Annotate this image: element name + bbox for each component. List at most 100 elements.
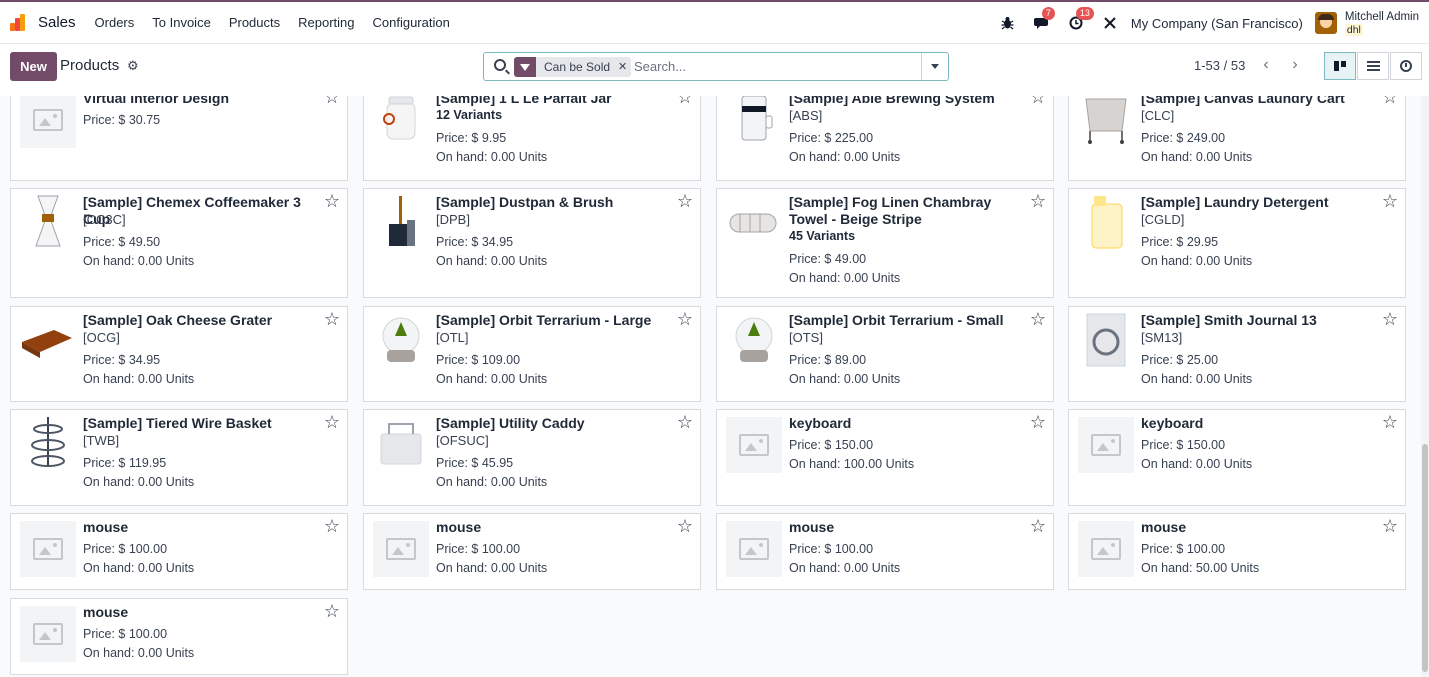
favorite-star-icon[interactable]: ☆	[1382, 192, 1398, 210]
products-kanban: Virtual Interior Design ☆ Price: $ 30.75 [S…	[0, 96, 1421, 677]
pager-next-chevron-right-icon[interactable]: ›	[1281, 53, 1309, 77]
product-card[interactable]: keyboard ☆ Price: $ 150.00 On hand: 0.00 Un…	[1068, 409, 1406, 506]
product-image	[726, 96, 782, 148]
product-on-hand: On hand: 0.00 Units	[83, 646, 195, 660]
favorite-star-icon[interactable]: ☆	[677, 192, 693, 210]
product-card[interactable]: Virtual Interior Design ☆ Price: $ 30.75	[10, 96, 348, 181]
product-card[interactable]: [Sample] Canvas Laundry Cart ☆ [CLC] Price:…	[1068, 96, 1406, 181]
main-menu: Orders To Invoice Products Reporting Con…	[86, 15, 459, 30]
debug-bug-icon[interactable]	[1000, 15, 1016, 31]
company-switcher[interactable]: My Company (San Francisco)	[1131, 16, 1303, 31]
product-price: Price: $ 225.00	[789, 131, 874, 145]
top-navbar: Sales Orders To Invoice Products Reporti…	[0, 0, 1429, 44]
search-options-toggle[interactable]	[921, 53, 948, 80]
pager-value[interactable]: 1-53 / 53	[1194, 58, 1245, 73]
tools-wrench-icon[interactable]	[1102, 15, 1118, 31]
activity-view-button[interactable]	[1390, 52, 1422, 80]
product-image	[726, 196, 782, 252]
favorite-star-icon[interactable]: ☆	[324, 192, 340, 210]
product-code: [OTL]	[436, 330, 469, 345]
search-input[interactable]	[634, 56, 919, 77]
filter-facet[interactable]: Can be Sold ✕	[514, 57, 632, 77]
product-card[interactable]: mouse ☆ Price: $ 100.00 On hand: 0.00 Units	[10, 598, 348, 675]
product-code: [CLC]	[1141, 108, 1175, 123]
product-price: Price: $ 30.75	[83, 113, 161, 127]
menu-products[interactable]: Products	[229, 15, 280, 30]
scrollbar[interactable]	[1421, 96, 1429, 677]
product-name: [Sample] Tiered Wire Basket	[83, 415, 272, 431]
product-on-hand: On hand: 0.00 Units	[789, 150, 901, 164]
product-card[interactable]: mouse ☆ Price: $ 100.00 On hand: 50.00 Unit…	[1068, 513, 1406, 590]
favorite-star-icon[interactable]: ☆	[1382, 96, 1398, 106]
favorite-star-icon[interactable]: ☆	[677, 310, 693, 328]
product-card[interactable]: [Sample] Utility Caddy ☆ [OFSUC] Price: $ 4…	[363, 409, 701, 506]
favorite-star-icon[interactable]: ☆	[677, 413, 693, 431]
app-name[interactable]: Sales	[38, 14, 76, 31]
favorite-star-icon[interactable]: ☆	[1382, 413, 1398, 431]
favorite-star-icon[interactable]: ☆	[324, 602, 340, 620]
filter-funnel-icon	[514, 57, 536, 77]
product-card[interactable]: mouse ☆ Price: $ 100.00 On hand: 0.00 Units	[10, 513, 348, 590]
favorite-star-icon[interactable]: ☆	[1030, 192, 1046, 210]
image-placeholder-icon	[726, 417, 782, 473]
product-on-hand: On hand: 0.00 Units	[436, 475, 548, 489]
favorite-star-icon[interactable]: ☆	[677, 96, 693, 106]
user-avatar[interactable]	[1314, 12, 1337, 34]
favorite-star-icon[interactable]: ☆	[324, 96, 340, 106]
product-on-hand: On hand: 0.00 Units	[1141, 372, 1253, 386]
favorite-star-icon[interactable]: ☆	[1382, 310, 1398, 328]
journal-product-image	[1083, 312, 1129, 373]
kanban-view-button[interactable]	[1324, 52, 1356, 80]
menu-configuration[interactable]: Configuration	[373, 15, 450, 30]
product-card[interactable]: mouse ☆ Price: $ 100.00 On hand: 0.00 Units	[716, 513, 1054, 590]
gear-icon[interactable]: ⚙	[127, 58, 139, 74]
favorite-star-icon[interactable]: ☆	[1030, 96, 1046, 106]
menu-to-invoice[interactable]: To Invoice	[152, 15, 211, 30]
product-image	[1078, 521, 1134, 577]
messages-chat-icon[interactable]: 7	[1033, 7, 1055, 31]
remove-facet-close-icon[interactable]: ✕	[618, 57, 631, 77]
product-card[interactable]: [Sample] Dustpan & Brush ☆ [DPB] Price: $ 3…	[363, 188, 701, 298]
product-image	[20, 195, 76, 252]
product-card[interactable]: [Sample] Oak Cheese Grater ☆ [OCG] Price: $…	[10, 306, 348, 402]
product-card[interactable]: [Sample] 1 L Le Parfait Jar ☆ 12 Variants P…	[363, 96, 701, 181]
favorite-star-icon[interactable]: ☆	[1030, 413, 1046, 431]
control-panel: New Products ⚙ Can be Sold ✕ 1-53 / 53 ‹…	[0, 44, 1429, 96]
image-placeholder-icon	[373, 521, 429, 577]
user-menu[interactable]: Mitchell Admin dhl	[1344, 11, 1419, 36]
favorite-star-icon[interactable]: ☆	[677, 517, 693, 535]
product-card[interactable]: [Sample] Smith Journal 13 ☆ [SM13] Price: $…	[1068, 306, 1406, 402]
product-card[interactable]: keyboard ☆ Price: $ 150.00 On hand: 100.00 …	[716, 409, 1054, 506]
product-card[interactable]: [Sample] Fog Linen Chambray Towel - Beig…	[716, 188, 1054, 298]
favorite-star-icon[interactable]: ☆	[1382, 517, 1398, 535]
product-image	[1078, 195, 1134, 252]
product-price: Price: $ 100.00	[83, 542, 168, 556]
favorite-star-icon[interactable]: ☆	[324, 310, 340, 328]
product-card[interactable]: [Sample] Orbit Terrarium - Large ☆ [OTL] Pr…	[363, 306, 701, 402]
list-view-button[interactable]	[1357, 52, 1389, 80]
favorite-star-icon[interactable]: ☆	[1030, 310, 1046, 328]
favorite-star-icon[interactable]: ☆	[324, 517, 340, 535]
product-on-hand: On hand: 0.00 Units	[83, 561, 195, 575]
activities-clock-icon[interactable]: 13	[1068, 7, 1094, 31]
product-name: [Sample] Able Brewing System	[789, 96, 995, 106]
favorite-star-icon[interactable]: ☆	[1030, 517, 1046, 535]
product-card[interactable]: mouse ☆ Price: $ 100.00 On hand: 0.00 Units	[363, 513, 701, 590]
product-card[interactable]: [Sample] Tiered Wire Basket ☆ [TWB] Price: …	[10, 409, 348, 506]
product-card[interactable]: [Sample] Chemex Coffeemaker 3 Cup ☆ [CC3C]…	[10, 188, 348, 298]
product-image	[726, 417, 782, 473]
product-price: Price: $ 9.95	[436, 131, 507, 145]
filter-facet-label: Can be Sold	[544, 60, 611, 74]
new-button[interactable]: New	[10, 52, 57, 81]
menu-orders[interactable]: Orders	[95, 15, 135, 30]
scrollbar-thumb[interactable]	[1422, 444, 1428, 672]
page-title[interactable]: Products	[60, 57, 119, 74]
sales-app-icon[interactable]	[10, 13, 30, 33]
product-card[interactable]: [Sample] Orbit Terrarium - Small ☆ [OTS] Pr…	[716, 306, 1054, 402]
pager-previous-chevron-left-icon[interactable]: ‹	[1252, 53, 1280, 77]
product-card[interactable]: [Sample] Able Brewing System ☆ [ABS] Price:…	[716, 96, 1054, 181]
menu-reporting[interactable]: Reporting	[298, 15, 354, 30]
product-name: [Sample] Oak Cheese Grater	[83, 312, 273, 328]
favorite-star-icon[interactable]: ☆	[324, 413, 340, 431]
product-card[interactable]: [Sample] Laundry Detergent ☆ [CGLD] Price: …	[1068, 188, 1406, 298]
